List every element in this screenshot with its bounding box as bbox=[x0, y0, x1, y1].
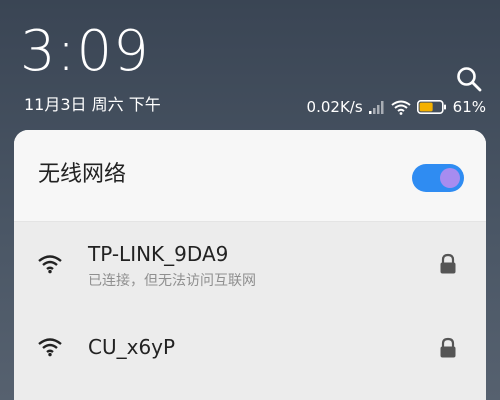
search-icon bbox=[457, 67, 482, 92]
cell-signal-icon bbox=[368, 100, 385, 114]
status-indicators: 0.02K/s 61% bbox=[307, 96, 486, 118]
network-speed: 0.02K/s bbox=[306, 98, 363, 116]
wifi-panel: 无线网络 TP-LINK_9DA9 已连接，但无法访问互联网 CU_x6yP bbox=[14, 130, 486, 400]
network-ssid: TP-LINK_9DA9 bbox=[88, 242, 229, 266]
network-list: TP-LINK_9DA9 已连接，但无法访问互联网 CU_x6yP bbox=[14, 222, 486, 400]
wifi-panel-header: 无线网络 bbox=[14, 130, 486, 222]
search-button[interactable] bbox=[452, 62, 486, 96]
wifi-signal-icon bbox=[38, 255, 62, 274]
wifi-signal-icon bbox=[38, 338, 62, 357]
status-bar-area: 3:09 11月3日 周六 下午 0.02K/s 61% bbox=[0, 0, 500, 130]
panel-title: 无线网络 bbox=[38, 162, 127, 187]
wifi-icon bbox=[391, 100, 411, 115]
network-item-cu[interactable]: CU_x6yP bbox=[14, 306, 486, 390]
battery-percent: 61% bbox=[452, 98, 486, 116]
lock-icon bbox=[440, 253, 456, 274]
lock-icon bbox=[440, 337, 456, 358]
toggle-knob bbox=[440, 168, 460, 188]
battery-icon bbox=[416, 100, 447, 114]
network-status: 已连接，但无法访问互联网 bbox=[88, 273, 256, 289]
network-ssid: CU_x6yP bbox=[88, 335, 176, 359]
wifi-toggle[interactable] bbox=[412, 164, 464, 192]
clock: 3:09 bbox=[20, 19, 150, 84]
date-label: 11月3日 周六 下午 bbox=[24, 95, 161, 114]
network-item-tp-link[interactable]: TP-LINK_9DA9 已连接，但无法访问互联网 bbox=[14, 222, 486, 306]
